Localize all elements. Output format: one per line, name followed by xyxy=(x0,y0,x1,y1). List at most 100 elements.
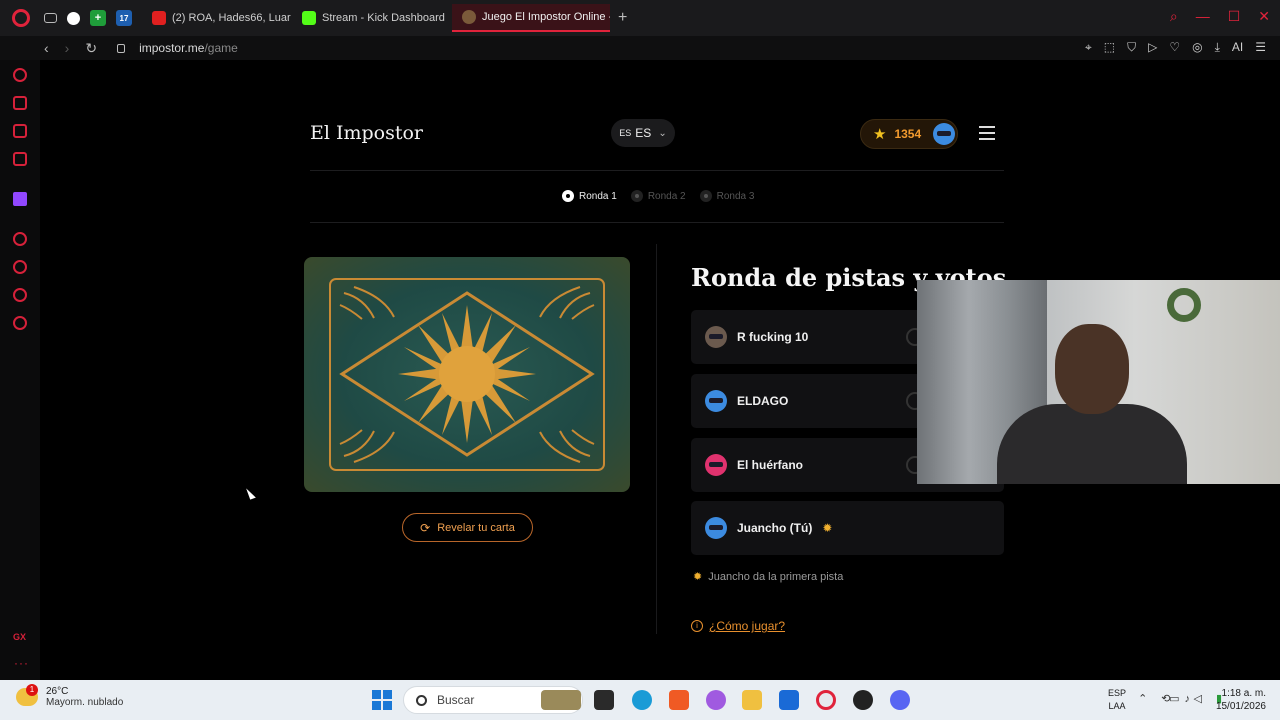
shield-icon[interactable]: ⛉ xyxy=(1127,40,1136,55)
messenger-icon[interactable] xyxy=(13,152,27,166)
new-tab-button[interactable]: + xyxy=(618,9,627,27)
ai-button[interactable]: AI xyxy=(1232,40,1243,55)
settings-icon[interactable] xyxy=(13,316,27,330)
opera-taskbar-icon[interactable] xyxy=(816,690,836,710)
snapshot-icon[interactable]: ⬚ xyxy=(1104,40,1115,55)
browser-tab-bar: + 17 (2) ROA, Hades66, Luar La Stream - … xyxy=(0,0,1280,36)
keyboard-language[interactable]: ESP LAA xyxy=(1108,687,1126,713)
coins-count: 1354 xyxy=(894,127,922,141)
profile-icon[interactable]: ◎ xyxy=(1192,40,1202,55)
tab-label: (2) ROA, Hades66, Luar La xyxy=(172,12,292,24)
player-name: Juancho (Tú) xyxy=(737,521,813,535)
maximize-icon[interactable]: ☐ xyxy=(1228,8,1241,25)
hamburger-menu-icon[interactable] xyxy=(979,126,995,140)
help-label: ¿Cómo jugar? xyxy=(709,619,786,633)
tab-impostor[interactable]: Juego El Impostor Online - xyxy=(452,4,610,32)
search-icon[interactable]: ⌕ xyxy=(1170,8,1178,25)
brave-icon[interactable] xyxy=(669,690,689,710)
pin-icon[interactable]: ⌖ xyxy=(1085,40,1092,55)
lang-top: ESP xyxy=(1108,688,1127,698)
player-name: El huérfano xyxy=(737,458,804,472)
opera-logo-icon[interactable] xyxy=(12,9,30,27)
download-icon[interactable]: ⤓ xyxy=(1215,40,1220,55)
calendar-17-icon[interactable]: 17 xyxy=(116,10,132,26)
player-avatar xyxy=(705,390,727,412)
tab-youtube[interactable]: (2) ROA, Hades66, Luar La xyxy=(142,4,292,32)
url-field[interactable]: impostor.me/game xyxy=(117,41,238,55)
language-code: ES xyxy=(635,126,652,140)
outlook-icon[interactable] xyxy=(779,690,799,710)
history-icon[interactable] xyxy=(13,260,27,274)
windows-start-icon[interactable] xyxy=(372,690,392,710)
date: 15/01/2026 xyxy=(1215,701,1266,712)
reveal-label: Revelar tu carta xyxy=(437,521,515,534)
user-avatar[interactable] xyxy=(933,123,956,145)
divider xyxy=(310,222,1004,223)
sun-icon: ✹ xyxy=(693,571,703,583)
tab-search-icon[interactable] xyxy=(44,13,57,23)
menu-icon[interactable]: ☰ xyxy=(1255,40,1266,55)
play-icon[interactable]: ▷ xyxy=(1148,40,1157,55)
url-domain: impostor.me xyxy=(139,41,205,55)
aria-icon[interactable] xyxy=(13,96,27,110)
impostor-favicon-icon xyxy=(462,10,476,24)
secret-card[interactable] xyxy=(304,257,630,492)
minimize-icon[interactable]: — xyxy=(1196,8,1210,25)
brand-title[interactable]: El Impostor xyxy=(310,122,423,144)
clock[interactable]: 1:18 a. m. 15/01/2026 xyxy=(1216,687,1266,713)
discord-icon[interactable] xyxy=(890,690,910,710)
tab-label: Stream - Kick Dashboard xyxy=(322,12,445,24)
round-step: Ronda 3 xyxy=(699,190,755,202)
lang-bottom: LAA xyxy=(1108,701,1126,711)
round-label: Ronda 3 xyxy=(716,190,755,202)
twitch-icon[interactable] xyxy=(13,192,27,206)
round-dot-icon xyxy=(630,190,643,202)
chevron-down-icon: ⌄ xyxy=(658,127,667,139)
reveal-card-button[interactable]: ⟳ Revelar tu carta xyxy=(402,513,533,542)
extensions-icon[interactable] xyxy=(13,288,27,302)
speed-dial-icon[interactable] xyxy=(13,68,27,82)
turn-hint: ✹ Juancho da la primera pista xyxy=(693,570,843,584)
windows-taskbar: 1 26°C Mayorm. nublado Buscar ⌃ ⟲ ♪ ESP … xyxy=(0,680,1280,720)
app-window-icon[interactable] xyxy=(594,690,614,710)
vertical-divider xyxy=(656,244,657,634)
youtube-icon xyxy=(152,11,166,25)
toolbar-icons: ⌖ ⬚ ⛉ ▷ ♡ ◎ ⤓ AI ☰ xyxy=(1085,40,1266,55)
sun-turn-icon: ✹ xyxy=(822,521,833,535)
url-path: /game xyxy=(204,41,238,55)
reload-icon[interactable]: ↻ xyxy=(85,40,97,57)
player-avatar xyxy=(705,454,727,476)
volume-icon[interactable]: ◁ xyxy=(1193,692,1201,705)
file-explorer-icon[interactable] xyxy=(742,690,762,710)
player-icon[interactable] xyxy=(13,232,27,246)
weather-icon: 1 xyxy=(16,684,38,706)
plus-sheet-icon[interactable]: + xyxy=(90,10,106,26)
tab-kick[interactable]: Stream - Kick Dashboard xyxy=(292,4,452,32)
back-icon[interactable]: ‹ xyxy=(44,40,49,56)
streamer xyxy=(997,324,1187,484)
gx-logo-icon[interactable]: GX xyxy=(13,632,26,642)
weather-widget[interactable]: 1 26°C Mayorm. nublado xyxy=(16,684,123,708)
widget-thumbnail-icon[interactable] xyxy=(541,690,581,710)
circle-icon[interactable] xyxy=(67,11,80,25)
wreath-icon xyxy=(1167,288,1201,322)
edge-icon[interactable] xyxy=(632,690,652,710)
network-icon[interactable]: ▭ xyxy=(1169,692,1179,705)
coins-badge[interactable]: ★ 1354 xyxy=(860,119,958,149)
refresh-icon: ⟳ xyxy=(420,520,431,535)
language-selector[interactable]: ES ES ⌄ xyxy=(611,119,675,147)
how-to-play-link[interactable]: i ¿Cómo jugar? xyxy=(691,619,785,633)
more-icon[interactable]: ··· xyxy=(14,656,29,670)
kick-icon xyxy=(302,11,316,25)
weather-temp: 26°C xyxy=(46,686,69,697)
close-icon[interactable]: ✕ xyxy=(1258,8,1270,25)
opera-sidebar: GX ··· xyxy=(0,60,40,680)
heart-icon[interactable]: ♡ xyxy=(1169,40,1180,55)
forward-icon[interactable]: › xyxy=(65,40,70,56)
obs-icon[interactable] xyxy=(853,690,873,710)
star-icon: ★ xyxy=(873,126,887,143)
player-row-self[interactable]: Juancho (Tú) ✹ xyxy=(691,501,1004,555)
gx-corner-icon[interactable] xyxy=(13,124,27,138)
copilot-icon[interactable] xyxy=(706,690,726,710)
chevron-up-icon[interactable]: ⌃ xyxy=(1138,692,1147,705)
